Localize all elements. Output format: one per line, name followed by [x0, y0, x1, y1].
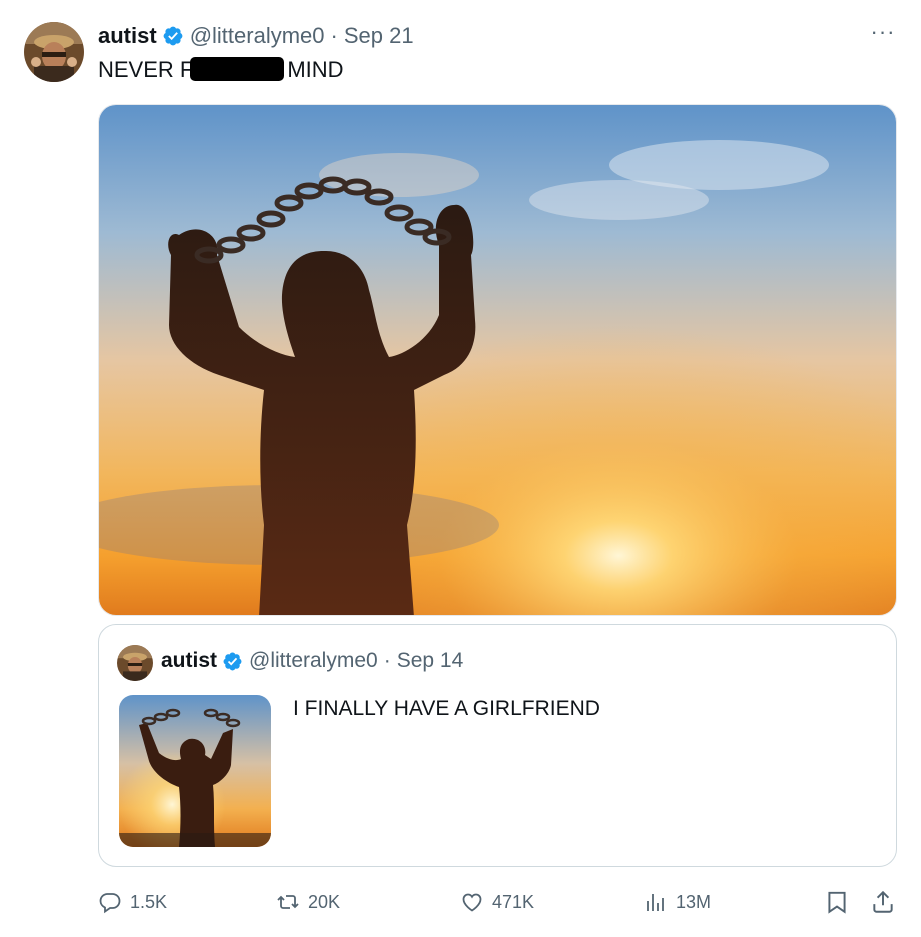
reply-button[interactable]: 1.5K: [98, 884, 167, 920]
quoted-tweet[interactable]: autist @litteralyme0 · Sep 14 I FINALLY …: [98, 624, 897, 867]
like-count: 471K: [492, 891, 535, 912]
tweet-date[interactable]: Sep 21: [344, 22, 414, 50]
views-chart-icon: [647, 894, 664, 911]
view-count: 13M: [676, 891, 712, 912]
quoted-tweet-date: Sep 14: [396, 649, 464, 672]
redaction-bar: [190, 57, 285, 81]
author-handle[interactable]: @litteralyme0: [190, 22, 325, 50]
reply-count: 1.5K: [130, 891, 168, 912]
tweet-action-bar: 1.5K 20K 471K 13M: [98, 884, 897, 920]
repost-button[interactable]: 20K: [276, 884, 340, 920]
tweet-header: autist @litteralyme0 · Sep 21: [98, 22, 414, 50]
tweet-text-start: NEVER F: [98, 57, 194, 82]
repost-count: 20K: [308, 891, 341, 912]
quoted-author-name[interactable]: autist: [161, 647, 217, 675]
verified-badge-icon: [222, 651, 243, 672]
share-icon[interactable]: [870, 889, 896, 915]
like-button[interactable]: 471K: [460, 884, 534, 920]
tweet-text: NEVER F MIND: [98, 56, 344, 84]
quoted-tweet-header: autist @litteralyme0 · Sep 14: [161, 647, 463, 675]
tweet-text-end: MIND: [287, 57, 344, 82]
bookmark-icon[interactable]: [824, 889, 850, 915]
header-separator: ·: [330, 23, 338, 48]
quoted-header-separator: ·: [383, 649, 391, 672]
tweet-media-image[interactable]: [98, 104, 897, 616]
author-name[interactable]: autist: [98, 22, 157, 50]
quoted-author-avatar[interactable]: [117, 645, 153, 681]
quoted-author-handle: @litteralyme0: [249, 649, 378, 672]
quoted-media-thumbnail[interactable]: [119, 695, 271, 847]
reply-icon: [99, 893, 121, 914]
author-avatar[interactable]: [24, 22, 84, 82]
views-button[interactable]: 13M: [644, 884, 711, 920]
repost-icon: [277, 895, 299, 909]
quoted-tweet-text: I FINALLY HAVE A GIRLFRIEND: [293, 697, 600, 720]
more-options-icon[interactable]: ···: [868, 21, 898, 50]
heart-icon: [462, 893, 482, 912]
verified-badge-icon[interactable]: [162, 25, 184, 47]
